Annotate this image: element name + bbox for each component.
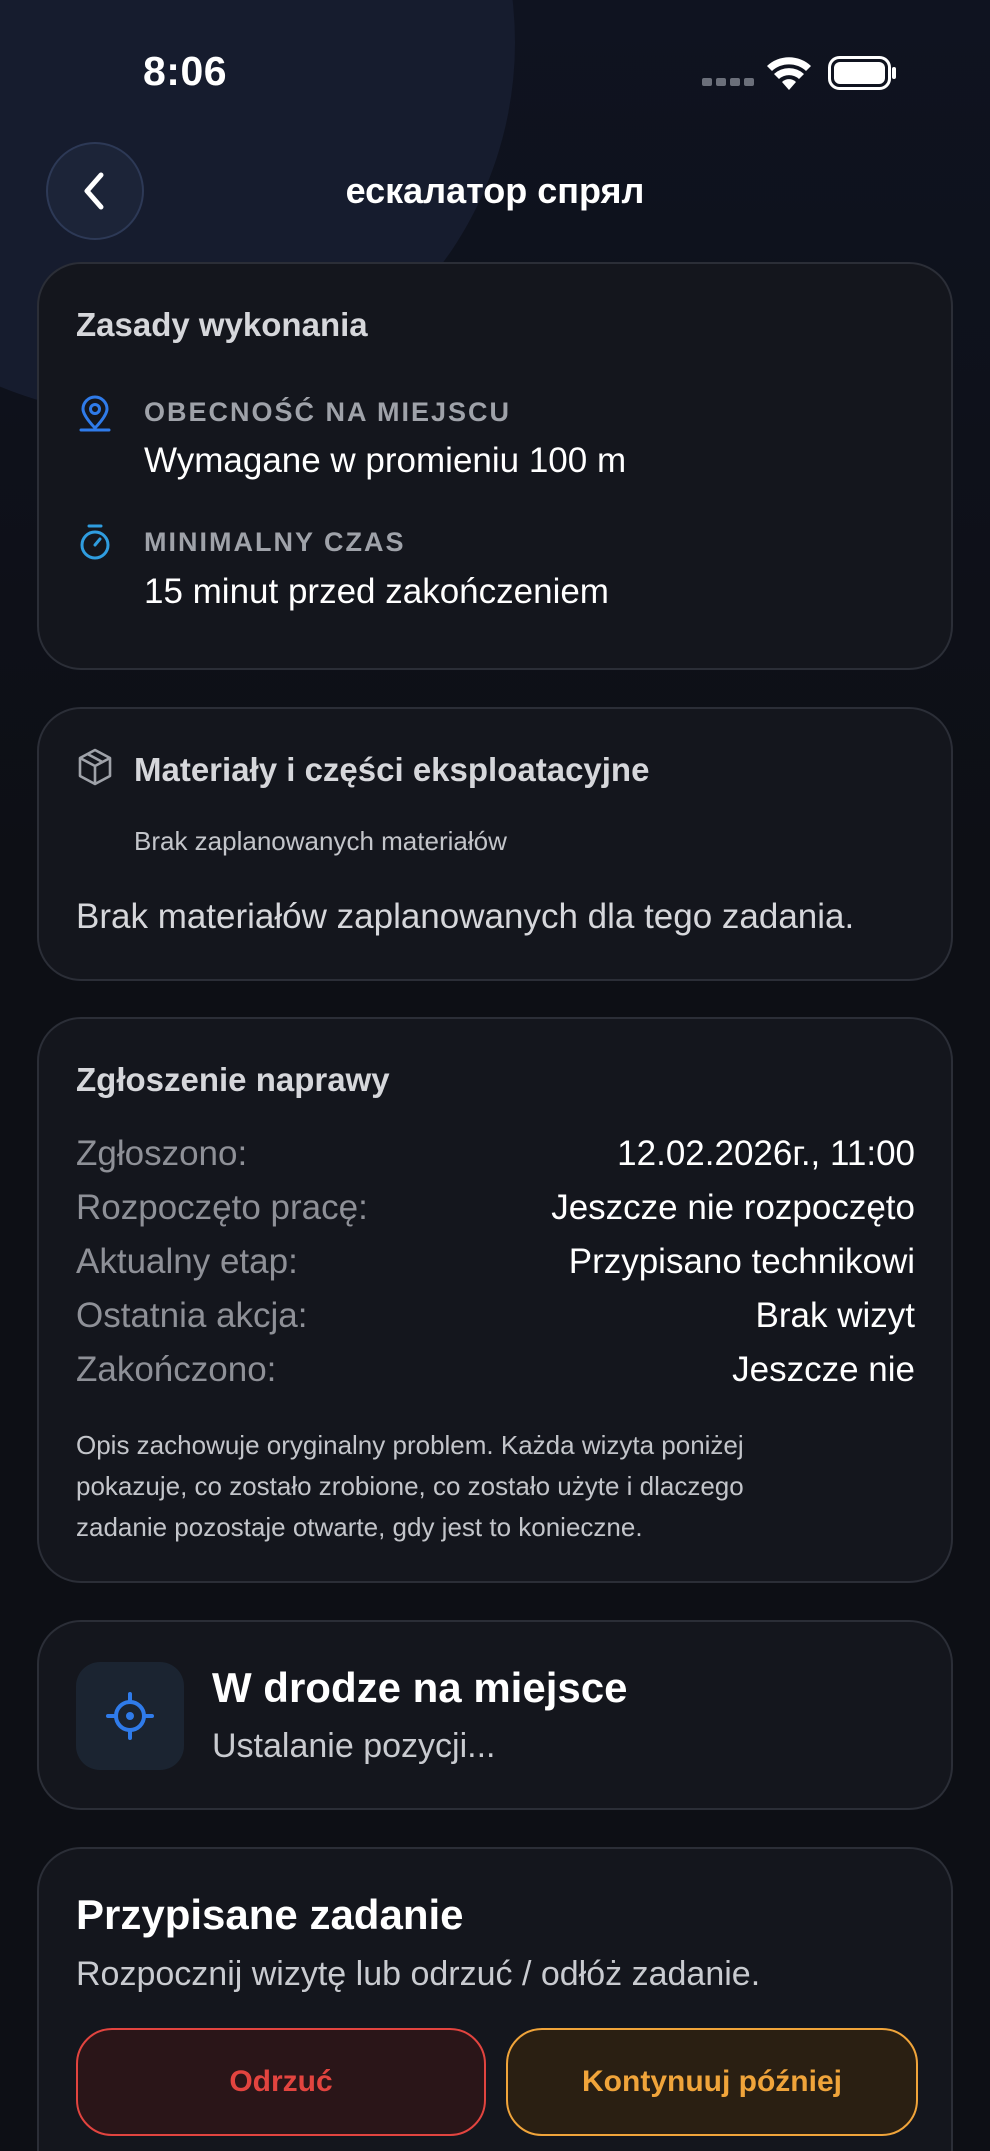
rules-card-title: Zasady wykonania: [76, 306, 368, 343]
materials-subtitle: Brak zaplanowanych materiałów: [134, 826, 507, 856]
battery-icon: [828, 56, 896, 90]
row-label-stage: Aktualny etap:: [76, 1242, 298, 1281]
map-pin-icon: [79, 395, 111, 432]
row-value-reported: 12.02.2026г., 11:00: [617, 1134, 915, 1173]
materials-body: Brak materiałów zaplanowanych dla tego z…: [76, 897, 855, 936]
location-subtitle: Ustalanie pozycji...: [212, 1727, 496, 1765]
row-value-stage: Przypisano technikowi: [568, 1242, 915, 1281]
repair-card: Zgłoszenie naprawy Zgłoszono: 12.02.2026…: [37, 1017, 953, 1583]
location-card: W drodze na miejsce Ustalanie pozycji...: [37, 1620, 953, 1810]
wifi-icon: [767, 57, 811, 90]
min-time-value: 15 minut przed zakończeniem: [144, 572, 609, 611]
stopwatch-icon: [80, 524, 110, 560]
row-label-last-action: Ostatnia akcja:: [76, 1296, 308, 1335]
assigned-title: Przypisane zadanie: [76, 1891, 464, 1938]
signal-icon: [702, 78, 754, 88]
back-chevron-icon: [84, 172, 104, 210]
crosshair-icon: [106, 1692, 154, 1740]
min-time-label: MINIMALNY CZAS: [144, 527, 406, 557]
row-value-last-action: Brak wizyt: [755, 1296, 915, 1335]
package-icon: [78, 748, 112, 786]
row-value-finished: Jeszcze nie: [732, 1350, 915, 1389]
repair-description-line-2: pokazuje, co zostało zrobione, co został…: [76, 1471, 744, 1501]
continue-later-button[interactable]: Kontynuuj później: [506, 2028, 918, 2136]
row-label-started: Rozpoczęto pracę:: [76, 1188, 368, 1227]
assigned-card: Przypisane zadanie Rozpocznij wizytę lub…: [37, 1847, 953, 2151]
location-icon-tile: [76, 1662, 184, 1770]
presence-value: Wymagane w promieniu 100 m: [144, 441, 627, 480]
repair-card-title: Zgłoszenie naprawy: [76, 1061, 390, 1098]
screen: 8:06 ескалатор спрял Zasady wykonania OB…: [0, 0, 990, 2151]
rules-card: Zasady wykonania OBECNOŚĆ NA MIEJSCU Wym…: [37, 262, 953, 670]
assigned-subtitle: Rozpocznij wizytę lub odrzuć / odłóż zad…: [76, 1955, 761, 1993]
materials-card-title: Materiały i części eksploatacyjne: [134, 751, 650, 788]
materials-card: Materiały i części eksploatacyjne Brak z…: [37, 707, 953, 981]
status-bar: 8:06: [0, 0, 990, 140]
row-label-finished: Zakończono:: [76, 1350, 277, 1389]
continue-later-button-label: Kontynuuj później: [582, 2065, 842, 2098]
repair-description-line-1: Opis zachowuje oryginalny problem. Każda…: [76, 1430, 744, 1460]
status-time: 8:06: [143, 48, 228, 94]
presence-label: OBECNOŚĆ NA MIEJSCU: [144, 397, 512, 427]
reject-button[interactable]: Odrzuć: [76, 2028, 486, 2136]
repair-description-line-3: zadanie pozostaje otwarte, gdy jest to k…: [76, 1512, 643, 1542]
row-value-started: Jeszcze nie rozpoczęto: [551, 1188, 915, 1227]
back-button[interactable]: [46, 142, 144, 240]
reject-button-label: Odrzuć: [229, 2065, 333, 2098]
page-title: ескалатор спрял: [345, 170, 645, 211]
row-label-reported: Zgłoszono:: [76, 1134, 248, 1173]
location-title: W drodze na miejsce: [212, 1664, 628, 1711]
